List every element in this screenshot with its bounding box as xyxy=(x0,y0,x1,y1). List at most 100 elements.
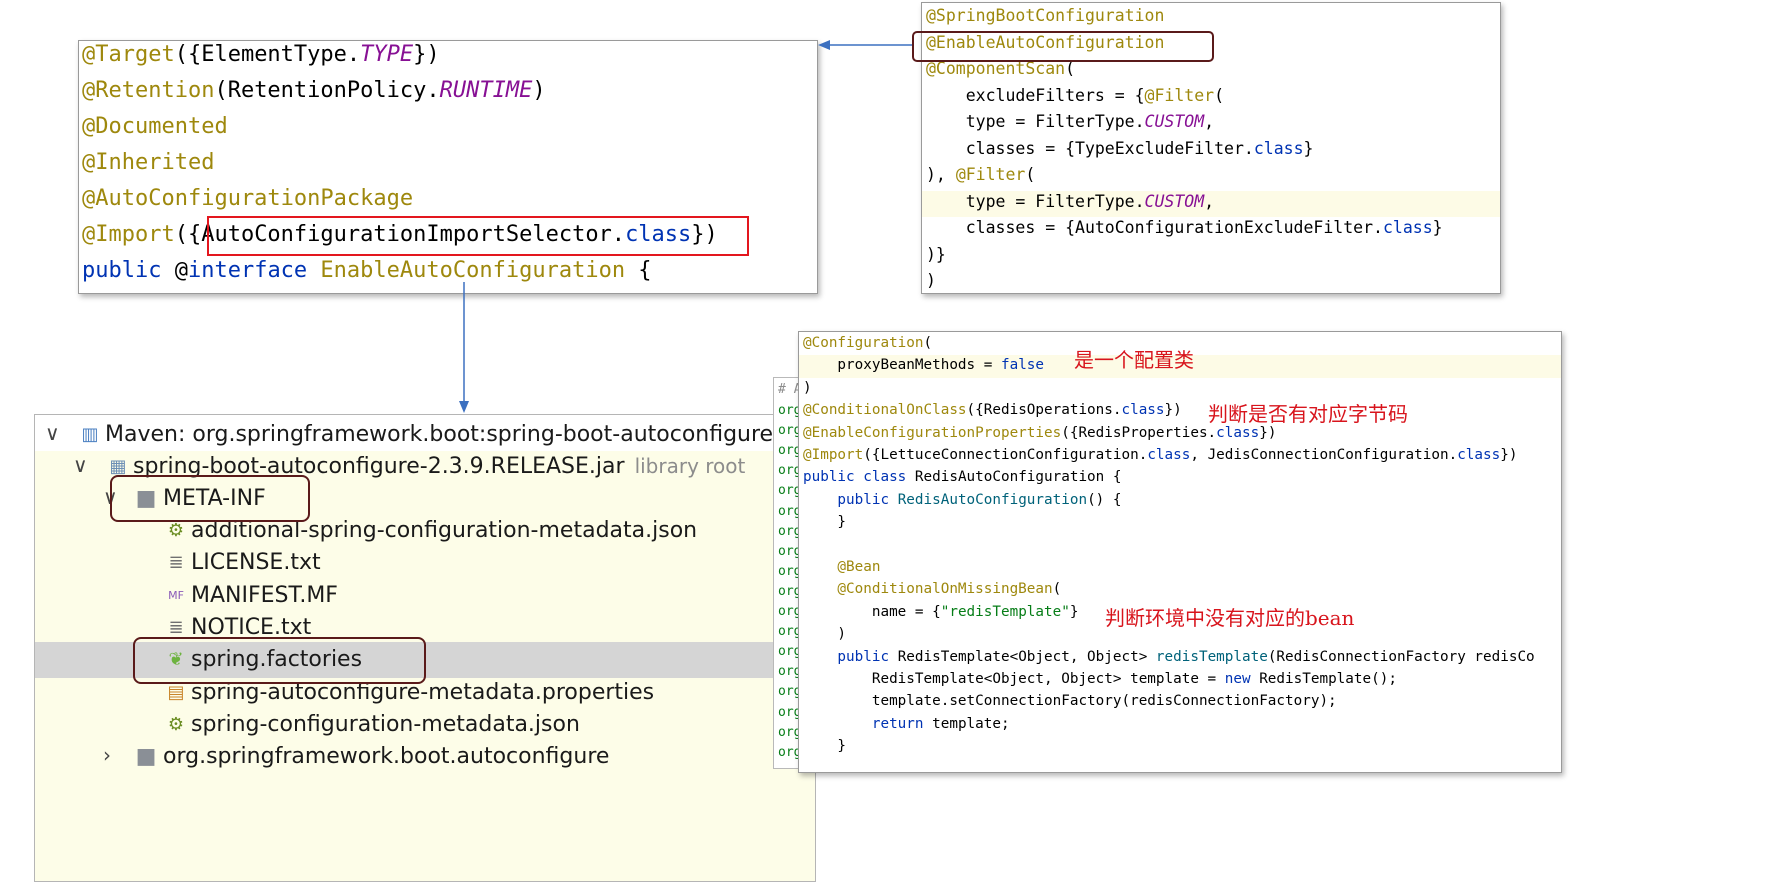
code-token: false xyxy=(1000,357,1045,374)
code-token: public xyxy=(82,258,175,283)
tree-row[interactable]: ≣ LICENSE.txt xyxy=(35,545,815,581)
code-token: ( xyxy=(1025,165,1036,184)
code-token: @ConditionalOnClass xyxy=(803,402,967,419)
code-line: @Target({ElementType.TYPE}) xyxy=(82,42,817,67)
code-line: @Inherited xyxy=(82,150,817,175)
code-token: class xyxy=(1147,447,1191,463)
tree-row[interactable]: › ■ org.springframework.boot.autoconfigure xyxy=(35,739,815,775)
folder-icon: ■ xyxy=(135,744,157,769)
code-token: excludeFilters = { xyxy=(926,85,1145,105)
code-token: (RedisConnectionFactory redisCo xyxy=(1267,648,1535,665)
enable-auto-config-highlight xyxy=(912,31,1214,62)
code-token: }) xyxy=(1164,402,1182,419)
code-line: public RedisTemplate<Object, Object> red… xyxy=(803,649,1561,665)
tree-row[interactable]: ∨ ▥ Maven: org.springframework.boot:spring… xyxy=(35,417,815,453)
code-token: type = FilterType. xyxy=(926,191,1145,211)
code-token: class xyxy=(1457,447,1501,463)
code-token: public xyxy=(803,491,898,508)
properties-icon: ▤ xyxy=(167,681,185,703)
code-token: { xyxy=(625,258,652,283)
code-token: template.setConnectionFactory(redisConne… xyxy=(803,693,1337,710)
code-token: (RetentionPolicy. xyxy=(214,78,440,103)
tree-item-label: org.springframework.boot.autoconfigure xyxy=(163,744,610,769)
code-token: ({ElementType. xyxy=(174,42,361,67)
code-token: @Target xyxy=(82,42,175,67)
redis-auto-configuration-panel: @Configuration ( proxyBeanMethods = false… xyxy=(798,331,1562,773)
json-config-icon: ⚙ xyxy=(167,713,185,735)
arrow-head-down xyxy=(459,401,469,413)
code-line: ), @Filter( xyxy=(926,165,1500,184)
code-line: type = FilterType.CUSTOM, xyxy=(926,192,1500,211)
code-token: @Import xyxy=(82,222,175,247)
chevron-right-icon[interactable]: › xyxy=(103,743,111,767)
code-line: classes = {AutoConfigurationExcludeFilte… xyxy=(926,218,1500,237)
code-line: @Documented xyxy=(82,114,817,139)
code-token: ({RedisProperties. xyxy=(1061,424,1217,441)
code-token: redisTemplate xyxy=(1155,648,1268,665)
code-token: public class xyxy=(803,469,915,486)
code-token: }) xyxy=(413,42,440,67)
code-token: } xyxy=(1303,138,1314,158)
code-token: @Configuration xyxy=(803,335,924,351)
library-root-hint: library root xyxy=(634,454,746,478)
code-token: ) xyxy=(803,379,812,396)
code-token: ) xyxy=(532,78,546,103)
tree-item-label: Maven: org.springframework.boot:spring-b… xyxy=(105,422,816,447)
code-token: "redisTemplate" xyxy=(940,603,1070,620)
code-line: public @interface EnableAutoConfiguratio… xyxy=(82,258,817,283)
code-token: @Inherited xyxy=(82,150,215,175)
code-token: RedisAutoConfiguration xyxy=(897,491,1088,508)
tree-row[interactable]: ⚙ spring-configuration-metadata.json xyxy=(35,707,815,743)
code-token: RUNTIME xyxy=(439,78,533,103)
code-token: classes = {AutoConfigurationExcludeFilte… xyxy=(926,218,1383,237)
code-token: ({RedisOperations. xyxy=(966,402,1122,419)
code-token: return xyxy=(803,715,933,732)
library-icon: ▥ xyxy=(81,424,99,445)
code-token: name = { xyxy=(803,603,941,620)
code-token: @Documented xyxy=(82,114,228,139)
code-line: template.setConnectionFactory(redisConne… xyxy=(803,693,1561,709)
code-token: RedisTemplate(); xyxy=(1259,671,1397,687)
code-line: } xyxy=(803,514,1561,530)
note-config-class: 是一个配置类 xyxy=(1074,348,1194,372)
code-token: )} xyxy=(926,244,946,264)
code-token: class xyxy=(1121,402,1165,419)
code-line: public RedisAutoConfiguration() { xyxy=(803,492,1561,508)
tree-item-label: MANIFEST.MF xyxy=(191,582,338,608)
code-token: class xyxy=(1382,218,1433,237)
code-token: public xyxy=(803,648,898,665)
code-line: public class RedisAutoConfiguration { xyxy=(803,469,1561,485)
tree-item-label: LICENSE.txt xyxy=(191,550,321,576)
code-token: new xyxy=(1224,671,1260,687)
import-selector-highlight xyxy=(207,216,749,256)
code-line: @Import({LettuceConnectionConfiguration.… xyxy=(803,447,1561,463)
code-token: } xyxy=(1432,218,1443,237)
code-line: ) xyxy=(803,380,1561,396)
code-line: @ConditionalOnMissingBean( xyxy=(803,581,1561,597)
code-token: } xyxy=(1069,603,1079,620)
code-token: CUSTOM xyxy=(1144,191,1205,211)
code-token: @SpringBootConfiguration xyxy=(926,6,1165,25)
code-token: , xyxy=(1204,191,1215,211)
code-token: @Filter xyxy=(955,165,1026,184)
code-token: ) xyxy=(803,626,847,643)
text-file-icon: ≣ xyxy=(168,616,184,638)
code-line: @AutoConfigurationPackage xyxy=(82,186,817,211)
code-token: proxyBeanMethods = xyxy=(803,357,1001,374)
code-line: @SpringBootConfiguration xyxy=(926,6,1500,25)
code-line: @Retention(RetentionPolicy.RUNTIME) xyxy=(82,78,817,103)
tree-row[interactable]: MF MANIFEST.MF xyxy=(35,578,815,614)
text-file-icon: ≣ xyxy=(168,552,184,574)
code-token: } xyxy=(803,514,847,531)
json-config-icon: ⚙ xyxy=(167,520,185,541)
code-token: ( xyxy=(1052,581,1062,598)
chevron-down-icon[interactable]: ∨ xyxy=(45,421,60,445)
chevron-down-icon[interactable]: ∨ xyxy=(73,453,88,477)
code-token: ) xyxy=(926,271,936,290)
note-missing-bean: 判断环境中没有对应的bean xyxy=(1105,606,1355,630)
spring-factories-highlight xyxy=(133,637,426,684)
code-token: @EnableConfigurationProperties xyxy=(803,424,1062,441)
code-line: RedisTemplate<Object, Object> template =… xyxy=(803,671,1561,687)
code-line: classes = {TypeExcludeFilter.class} xyxy=(926,139,1500,158)
code-token: RedisTemplate<Object, Object> template = xyxy=(803,671,1225,687)
